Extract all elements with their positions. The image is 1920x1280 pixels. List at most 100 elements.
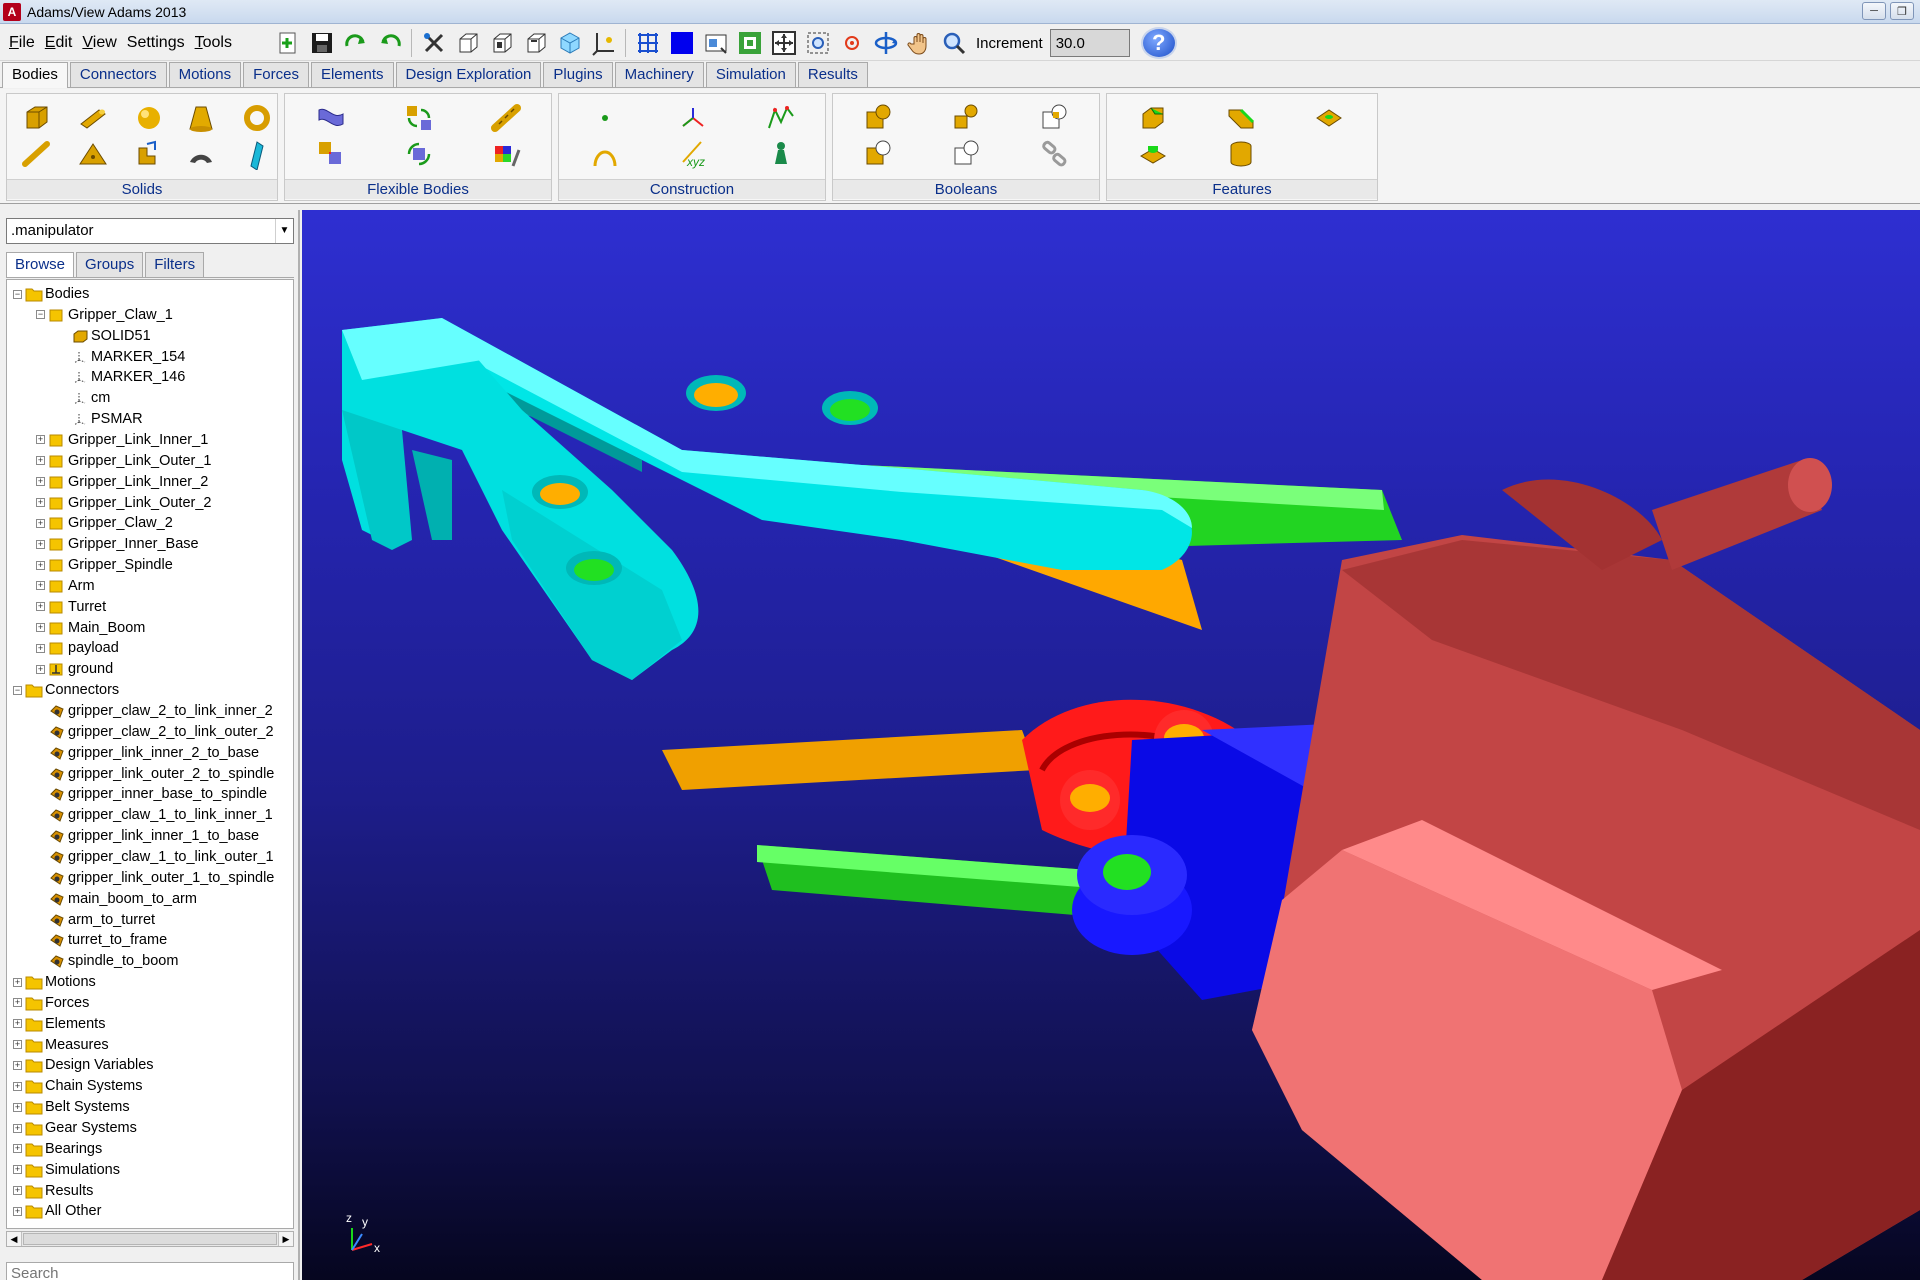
tab-bodies[interactable]: Bodies	[2, 62, 68, 88]
rigid-to-flex-tool[interactable]	[403, 102, 435, 134]
expand-icon[interactable]: +	[13, 1040, 22, 1050]
tree-item-gear-systems[interactable]: + Gear Systems	[13, 1118, 137, 1138]
flex-beam-tool[interactable]	[491, 102, 523, 134]
view-iso-button[interactable]	[554, 28, 585, 59]
marker-tool[interactable]	[677, 102, 709, 134]
minimize-button[interactable]: ─	[1862, 2, 1886, 20]
undo-button[interactable]	[340, 28, 371, 59]
merge-flex-tool[interactable]	[315, 138, 347, 170]
tree-item-gripper-link-inner-2-to-base[interactable]: gripper_link_inner_2_to_base	[36, 743, 259, 763]
tab-design-exploration[interactable]: Design Exploration	[395, 62, 542, 87]
tree-item-connectors[interactable]: − Connectors	[13, 680, 119, 700]
expand-icon[interactable]: +	[36, 602, 45, 612]
menu-edit[interactable]: Edit	[40, 34, 78, 52]
tab-results[interactable]: Results	[797, 62, 868, 87]
flex-color-tool[interactable]	[491, 138, 523, 170]
3d-viewport[interactable]: z y x	[302, 210, 1920, 1280]
chamfer-tool[interactable]	[1137, 102, 1169, 134]
tree-item-turret-to-frame[interactable]: turret_to_frame	[36, 930, 167, 950]
tree-item-spindle-to-boom[interactable]: spindle_to_boom	[36, 951, 178, 971]
plane-tool[interactable]	[241, 138, 273, 171]
expand-icon[interactable]: +	[13, 1144, 22, 1154]
tree-item-psmar[interactable]: PSMAR	[59, 409, 143, 429]
expand-icon[interactable]: +	[13, 1060, 22, 1070]
tab-simulation[interactable]: Simulation	[705, 62, 796, 87]
tree-item-all-other[interactable]: + All Other	[13, 1201, 101, 1221]
tree-item-payload[interactable]: + payload	[36, 638, 119, 658]
chevron-down-icon[interactable]: ▼	[275, 219, 293, 243]
menu-tools[interactable]: Tools	[190, 34, 237, 52]
shaded-mode-button[interactable]	[666, 28, 697, 59]
scroll-left-icon[interactable]: ◀	[7, 1232, 22, 1246]
expand-icon[interactable]: +	[36, 477, 45, 487]
expand-icon[interactable]: +	[13, 977, 22, 987]
expand-icon[interactable]: +	[13, 1165, 22, 1175]
frustum-tool[interactable]	[185, 102, 217, 134]
point-tool[interactable]	[589, 102, 621, 134]
expand-icon[interactable]: +	[36, 560, 45, 570]
tree-horizontal-scrollbar[interactable]: ◀ ▶	[6, 1231, 294, 1247]
view-layout-button[interactable]	[700, 28, 731, 59]
tree-item-gripper-link-inner-1[interactable]: + Gripper_Link_Inner_1	[36, 430, 208, 450]
tree-item-gripper-claw-1-to-link-inner-1[interactable]: gripper_claw_1_to_link_inner_1	[36, 805, 273, 825]
tree-item-arm[interactable]: + Arm	[36, 576, 95, 596]
tree-item-gripper-link-outer-2-to-spindle[interactable]: gripper_link_outer_2_to_spindle	[36, 764, 274, 784]
save-button[interactable]	[306, 28, 337, 59]
cylinder-tool[interactable]	[77, 102, 109, 134]
arc-tool[interactable]	[589, 138, 621, 170]
tab-machinery[interactable]: Machinery	[614, 62, 704, 87]
split-tool[interactable]	[951, 138, 983, 170]
hollow-tool[interactable]	[1225, 138, 1257, 170]
zoom-button[interactable]	[938, 28, 969, 59]
menu-view[interactable]: View	[77, 34, 121, 52]
dummy-body-tool[interactable]	[765, 138, 797, 170]
tree-item-gripper-spindle[interactable]: + Gripper_Spindle	[36, 555, 173, 575]
tree-item-main-boom-to-arm[interactable]: main_boom_to_arm	[36, 889, 197, 909]
tree-item-chain-systems[interactable]: + Chain Systems	[13, 1076, 143, 1096]
tree-item-bearings[interactable]: + Bearings	[13, 1139, 102, 1159]
box-tool[interactable]	[21, 102, 53, 134]
boss-tool[interactable]	[1137, 138, 1169, 170]
hole-tool[interactable]	[1313, 102, 1345, 134]
fit-view-button[interactable]	[734, 28, 765, 59]
tree-item-measures[interactable]: + Measures	[13, 1035, 109, 1055]
menu-file[interactable]: File	[4, 34, 40, 52]
spline-tool[interactable]: xyz	[677, 138, 709, 170]
tree-item-elements[interactable]: + Elements	[13, 1014, 105, 1034]
tree-item-gripper-link-outer-1[interactable]: + Gripper_Link_Outer_1	[36, 451, 211, 471]
browser-tab-browse[interactable]: Browse	[6, 252, 75, 277]
tree-item-gripper-inner-base[interactable]: + Gripper_Inner_Base	[36, 534, 199, 554]
collapse-icon[interactable]: −	[13, 685, 22, 695]
browser-tab-groups[interactable]: Groups	[76, 252, 144, 277]
torus-tool[interactable]	[241, 102, 273, 134]
fillet-tool[interactable]	[1225, 102, 1257, 134]
swap-flex-tool[interactable]	[403, 138, 435, 170]
tree-item-gripper-link-inner-2[interactable]: + Gripper_Link_Inner_2	[36, 472, 208, 492]
search-input[interactable]	[6, 1262, 294, 1280]
view-right-button[interactable]	[486, 28, 517, 59]
tree-item-gripper-claw-2-to-link-inner-2[interactable]: gripper_claw_2_to_link_inner_2	[36, 701, 273, 721]
restore-button[interactable]: ❐	[1890, 2, 1914, 20]
tree-item-marker-154[interactable]: MARKER_154	[59, 347, 185, 367]
expand-icon[interactable]: +	[13, 1186, 22, 1196]
expand-icon[interactable]: +	[36, 643, 45, 653]
tree-item-gripper-claw-1[interactable]: − Gripper_Claw_1	[36, 305, 173, 325]
tab-elements[interactable]: Elements	[310, 62, 394, 87]
extrusion-tool[interactable]	[133, 138, 165, 170]
rotate-view-button[interactable]	[870, 28, 901, 59]
union-tool[interactable]	[863, 102, 895, 134]
scroll-right-icon[interactable]: ▶	[278, 1232, 293, 1246]
expand-icon[interactable]: +	[13, 1206, 22, 1216]
expand-icon[interactable]: +	[13, 1019, 22, 1029]
chain-tool[interactable]	[1039, 138, 1071, 170]
menu-settings[interactable]: Settings	[122, 34, 190, 52]
collapse-icon[interactable]: −	[13, 289, 22, 299]
render-mode-button[interactable]	[632, 28, 663, 59]
tree-item-gripper-claw-2-to-link-outer-2[interactable]: gripper_claw_2_to_link_outer_2	[36, 722, 274, 742]
increment-input[interactable]	[1049, 29, 1130, 57]
tree-item-motions[interactable]: + Motions	[13, 972, 96, 992]
expand-icon[interactable]: +	[36, 518, 45, 528]
target-button[interactable]	[836, 28, 867, 59]
new-model-button[interactable]	[272, 28, 303, 59]
view-top-button[interactable]	[520, 28, 551, 59]
